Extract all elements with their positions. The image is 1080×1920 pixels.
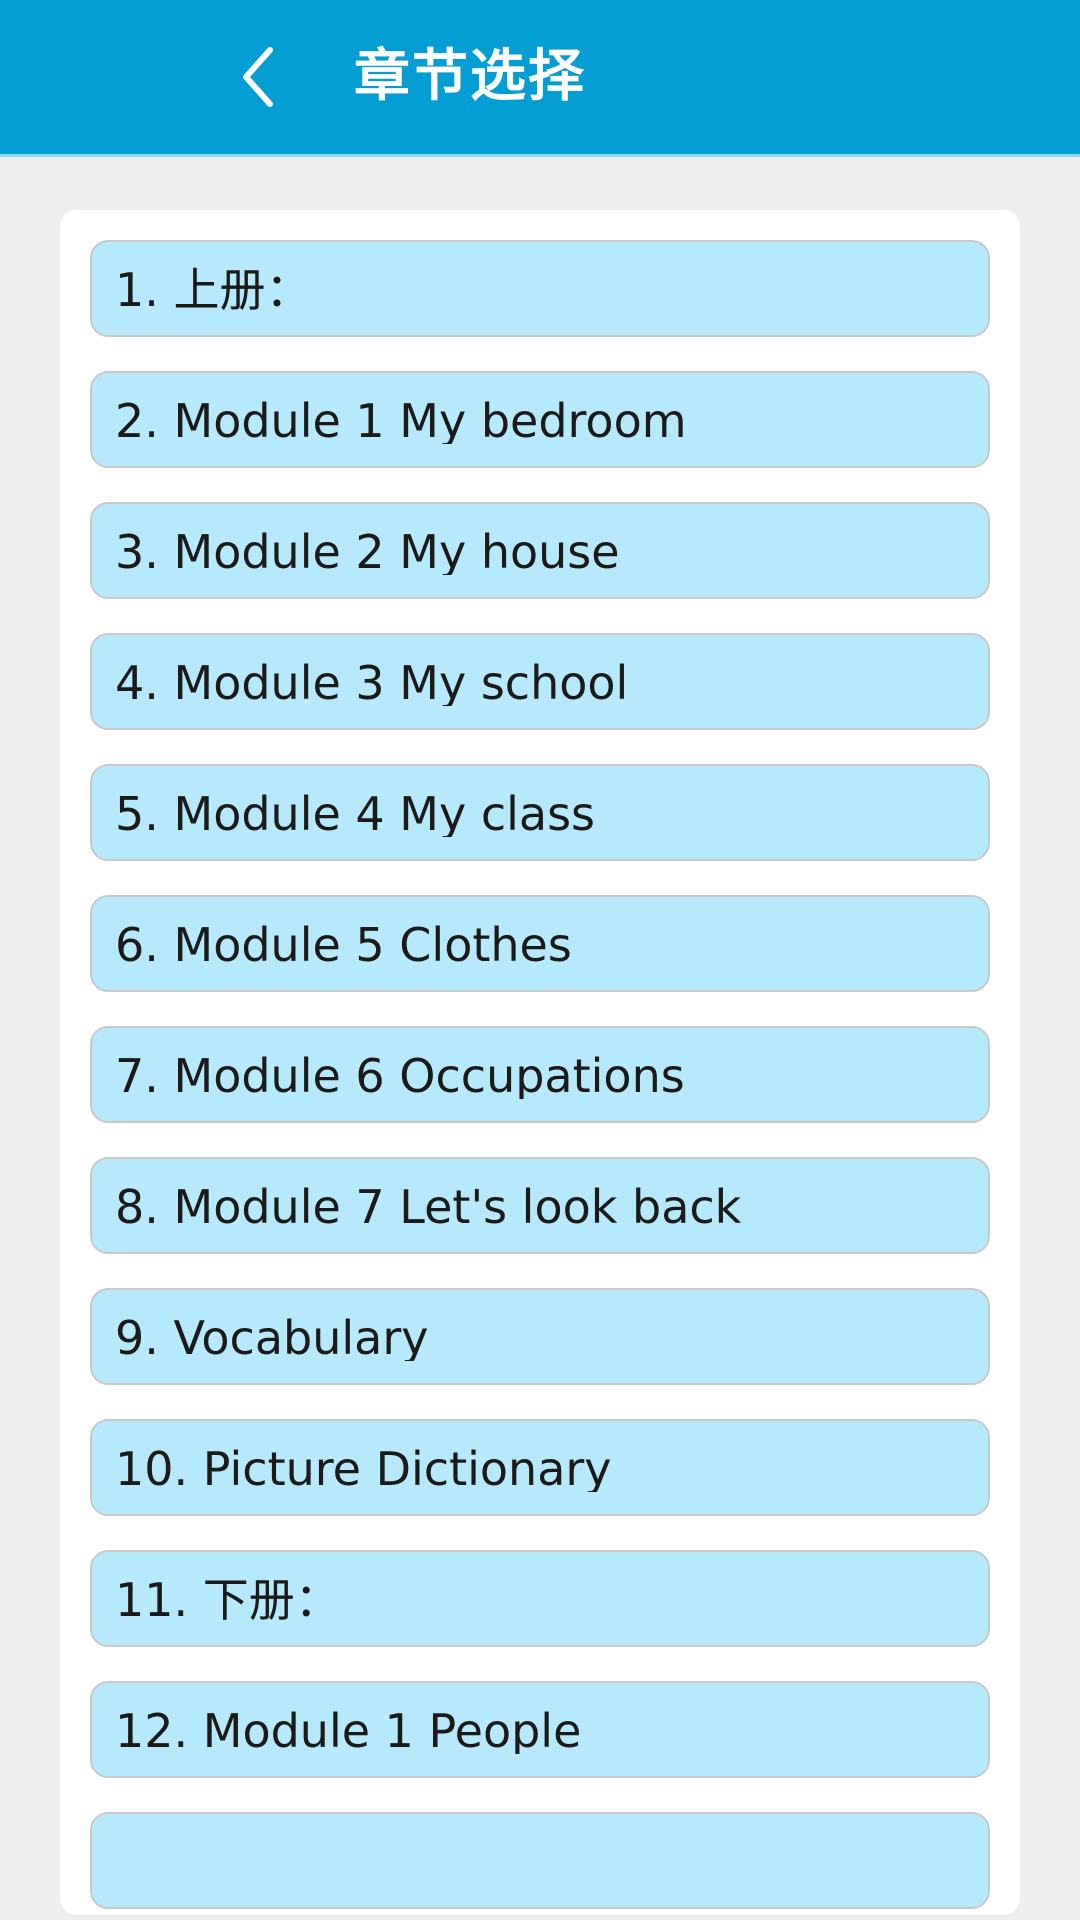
back-button[interactable] <box>222 31 292 123</box>
chapter-item-5[interactable]: 5. Module 4 My class <box>90 764 990 861</box>
chapter-item-6[interactable]: 6. Module 5 Clothes <box>90 895 990 992</box>
chapter-item-label: 6. Module 5 Clothes <box>115 921 572 968</box>
chapter-item-label: 4. Module 3 My school <box>115 659 629 706</box>
chapter-item-8[interactable]: 8. Module 7 Let's look back <box>90 1157 990 1254</box>
chapter-item-11[interactable]: 11. 下册： <box>90 1550 990 1647</box>
chapter-item-1[interactable]: 1. 上册： <box>90 240 990 337</box>
chapter-item-label: 3. Module 2 My house <box>115 528 620 575</box>
chevron-left-icon <box>240 46 274 108</box>
chapter-list[interactable]: 1. 上册： 2. Module 1 My bedroom 3. Module … <box>60 210 1020 1909</box>
chapter-item-2[interactable]: 2. Module 1 My bedroom <box>90 371 990 468</box>
chapter-item-3[interactable]: 3. Module 2 My house <box>90 502 990 599</box>
chapter-list-card: 1. 上册： 2. Module 1 My bedroom 3. Module … <box>60 210 1020 1915</box>
chapter-item-label: 1. 上册： <box>115 266 312 313</box>
chapter-item-13-partial[interactable] <box>90 1812 990 1909</box>
content-area: 1. 上册： 2. Module 1 My bedroom 3. Module … <box>0 160 1080 1920</box>
chapter-item-label: 9. Vocabulary <box>115 1314 429 1361</box>
app-root: 章节选择 1. 上册： 2. Module 1 My bedroom 3. Mo… <box>0 0 1080 1920</box>
chapter-item-12[interactable]: 12. Module 1 People <box>90 1681 990 1778</box>
app-header: 章节选择 <box>0 0 1080 157</box>
page-title: 章节选择 <box>354 44 586 109</box>
chapter-item-4[interactable]: 4. Module 3 My school <box>90 633 990 730</box>
chapter-item-label: 7. Module 6 Occupations <box>115 1052 685 1099</box>
chapter-item-label: 5. Module 4 My class <box>115 790 596 837</box>
chapter-item-label: 8. Module 7 Let's look back <box>115 1183 742 1230</box>
chapter-item-label: 10. Picture Dictionary <box>115 1445 612 1492</box>
app-header-content: 章节选择 <box>0 31 1080 123</box>
chapter-item-10[interactable]: 10. Picture Dictionary <box>90 1419 990 1516</box>
chapter-item-label: 11. 下册： <box>115 1576 341 1623</box>
chapter-item-label: 12. Module 1 People <box>115 1707 582 1754</box>
chapter-item-label: 2. Module 1 My bedroom <box>115 397 687 444</box>
chapter-item-7[interactable]: 7. Module 6 Occupations <box>90 1026 990 1123</box>
chapter-item-9[interactable]: 9. Vocabulary <box>90 1288 990 1385</box>
